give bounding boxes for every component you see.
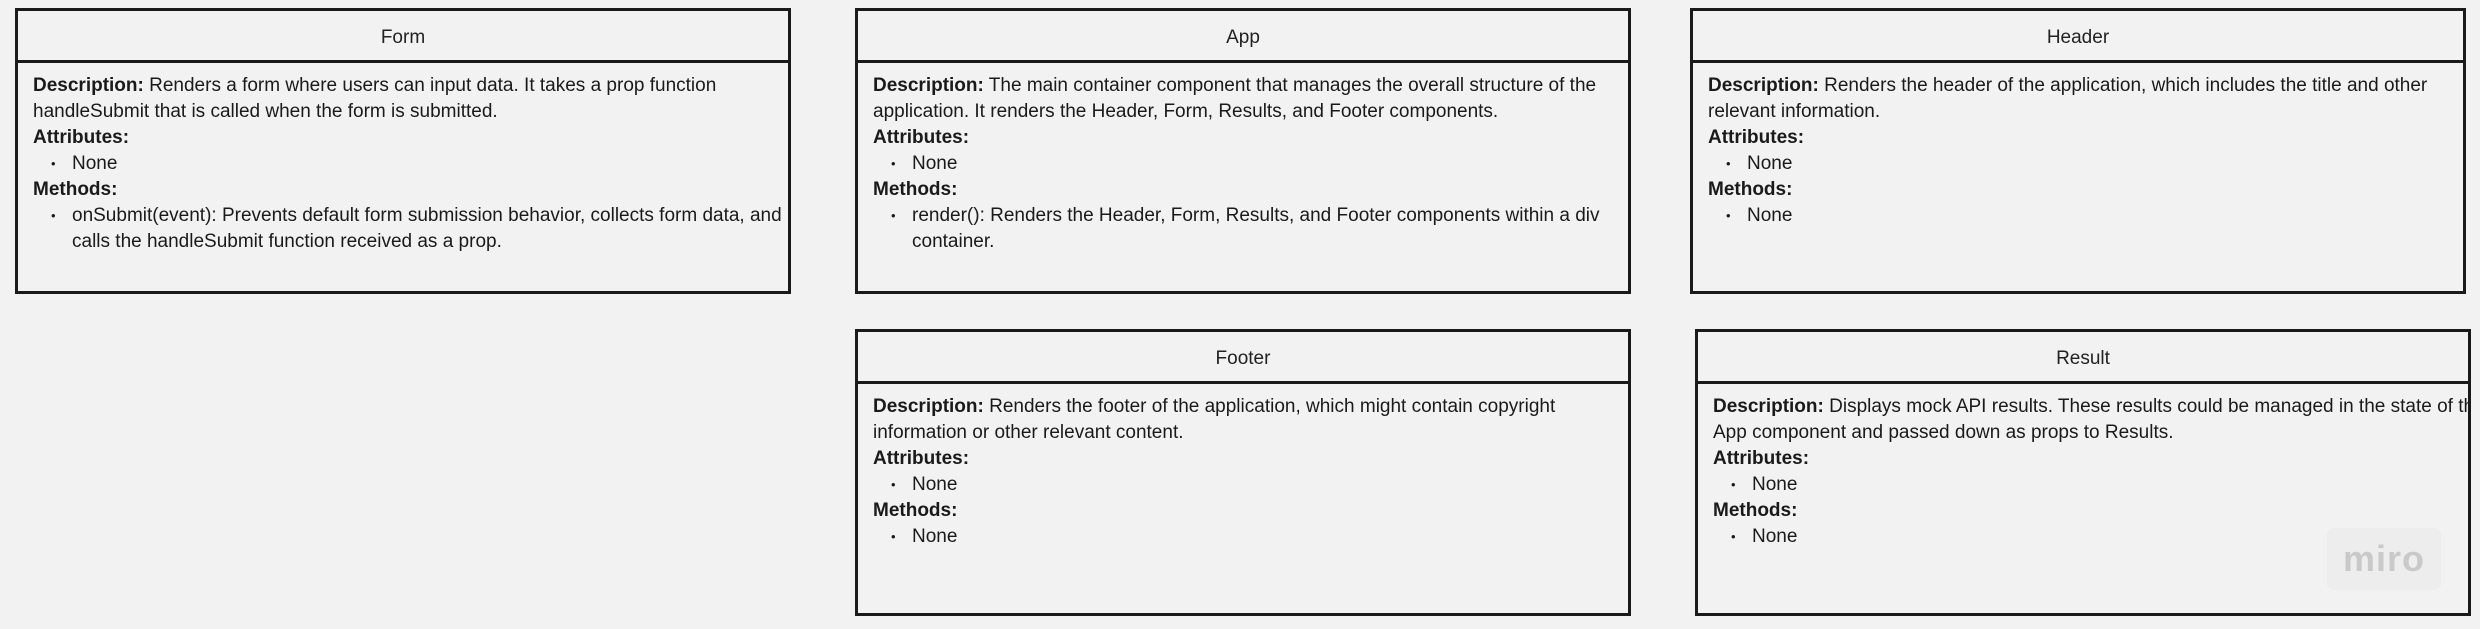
description-text: The main container component that manage…: [983, 75, 1597, 96]
list-item: • None: [33, 151, 788, 177]
methods-list: • None: [1708, 203, 2463, 229]
card-body: Description: Renders the header of the a…: [1693, 63, 2463, 229]
methods-list: • render(): Renders the Header, Form, Res…: [873, 203, 1628, 255]
description-text: Renders the footer of the application, w…: [983, 396, 1556, 417]
bullet-icon: •: [51, 208, 56, 223]
app-component-card[interactable]: App Description: The main container comp…: [855, 8, 1631, 294]
methods-list: • onSubmit(event): Prevents default form …: [33, 203, 788, 255]
list-item: • None: [873, 524, 1628, 550]
list-item: • None: [1708, 151, 2463, 177]
bullet-icon: •: [51, 156, 56, 171]
card-body: Description: Renders a form where users …: [18, 63, 788, 255]
list-item-text: None: [1747, 205, 1793, 226]
attributes-list: • None: [873, 151, 1628, 177]
card-body: Description: Displays mock API results. …: [1698, 384, 2468, 550]
list-item: • None: [1713, 472, 2468, 498]
bullet-icon: •: [1726, 156, 1731, 171]
list-item-text: container.: [912, 231, 995, 252]
description-line: Description: Renders the footer of the a…: [873, 394, 1628, 420]
description-label: Description:: [1713, 396, 1824, 417]
description-line: Description: Renders a form where users …: [33, 73, 788, 99]
attributes-list: • None: [1713, 472, 2468, 498]
miro-logo: miro: [2327, 528, 2441, 590]
card-title: Result: [1698, 332, 2468, 384]
list-item-text: None: [912, 526, 958, 547]
bullet-icon: •: [1731, 477, 1736, 492]
attributes-label: Attributes:: [33, 127, 130, 148]
list-item-text: None: [1752, 474, 1798, 495]
list-item: • onSubmit(event): Prevents default form …: [33, 203, 788, 255]
attributes-label: Attributes:: [1708, 127, 1805, 148]
bullet-icon: •: [891, 156, 896, 171]
methods-label: Methods:: [1713, 500, 1798, 521]
list-item-text: None: [72, 153, 118, 174]
form-component-card[interactable]: Form Description: Renders a form where u…: [15, 8, 791, 294]
list-item: • None: [873, 151, 1628, 177]
list-item-text: None: [912, 153, 958, 174]
methods-label: Methods:: [873, 500, 958, 521]
list-item: • None: [1708, 203, 2463, 229]
list-item-text: None: [912, 474, 958, 495]
description-label: Description:: [873, 396, 984, 417]
description-label: Description:: [873, 75, 984, 96]
description-line: Description: The main container componen…: [873, 73, 1628, 99]
bullet-icon: •: [891, 477, 896, 492]
footer-component-card[interactable]: Footer Description: Renders the footer o…: [855, 329, 1631, 616]
description-text: Renders a form where users can input dat…: [143, 75, 717, 96]
description-text: handleSubmit that is called when the for…: [33, 101, 498, 122]
list-item-text: onSubmit(event): Prevents default form s…: [72, 205, 782, 226]
attributes-label: Attributes:: [873, 448, 970, 469]
description-text: Renders the header of the application, w…: [1818, 75, 2428, 96]
methods-label: Methods:: [33, 179, 118, 200]
card-body: Description: The main container componen…: [858, 63, 1628, 255]
card-title: Form: [18, 11, 788, 63]
list-item: • render(): Renders the Header, Form, Res…: [873, 203, 1628, 255]
card-title: Header: [1693, 11, 2463, 63]
bullet-icon: •: [891, 208, 896, 223]
attributes-label: Attributes:: [1713, 448, 1810, 469]
card-title: Footer: [858, 332, 1628, 384]
attributes-list: • None: [1708, 151, 2463, 177]
list-item: • None: [873, 472, 1628, 498]
description-text: application. It renders the Header, Form…: [873, 101, 1499, 122]
description-text: Displays mock API results. These results…: [1823, 396, 2471, 417]
card-body: Description: Renders the footer of the a…: [858, 384, 1628, 550]
methods-list: • None: [873, 524, 1628, 550]
methods-label: Methods:: [873, 179, 958, 200]
list-item-text: None: [1747, 153, 1793, 174]
attributes-label: Attributes:: [873, 127, 970, 148]
list-item-text: calls the handleSubmit function received…: [72, 231, 502, 252]
description-text: relevant information.: [1708, 101, 1881, 122]
bullet-icon: •: [1726, 208, 1731, 223]
attributes-list: • None: [873, 472, 1628, 498]
description-text: App component and passed down as props t…: [1713, 422, 2174, 443]
methods-label: Methods:: [1708, 179, 1793, 200]
description-label: Description:: [1708, 75, 1819, 96]
description-line: Description: Displays mock API results. …: [1713, 394, 2468, 420]
description-line: Description: Renders the header of the a…: [1708, 73, 2463, 99]
card-title: App: [858, 11, 1628, 63]
bullet-icon: •: [1731, 529, 1736, 544]
description-label: Description:: [33, 75, 144, 96]
description-text: information or other relevant content.: [873, 422, 1184, 443]
header-component-card[interactable]: Header Description: Renders the header o…: [1690, 8, 2466, 294]
bullet-icon: •: [891, 529, 896, 544]
list-item-text: render(): Renders the Header, Form, Resu…: [912, 205, 1600, 226]
attributes-list: • None: [33, 151, 788, 177]
